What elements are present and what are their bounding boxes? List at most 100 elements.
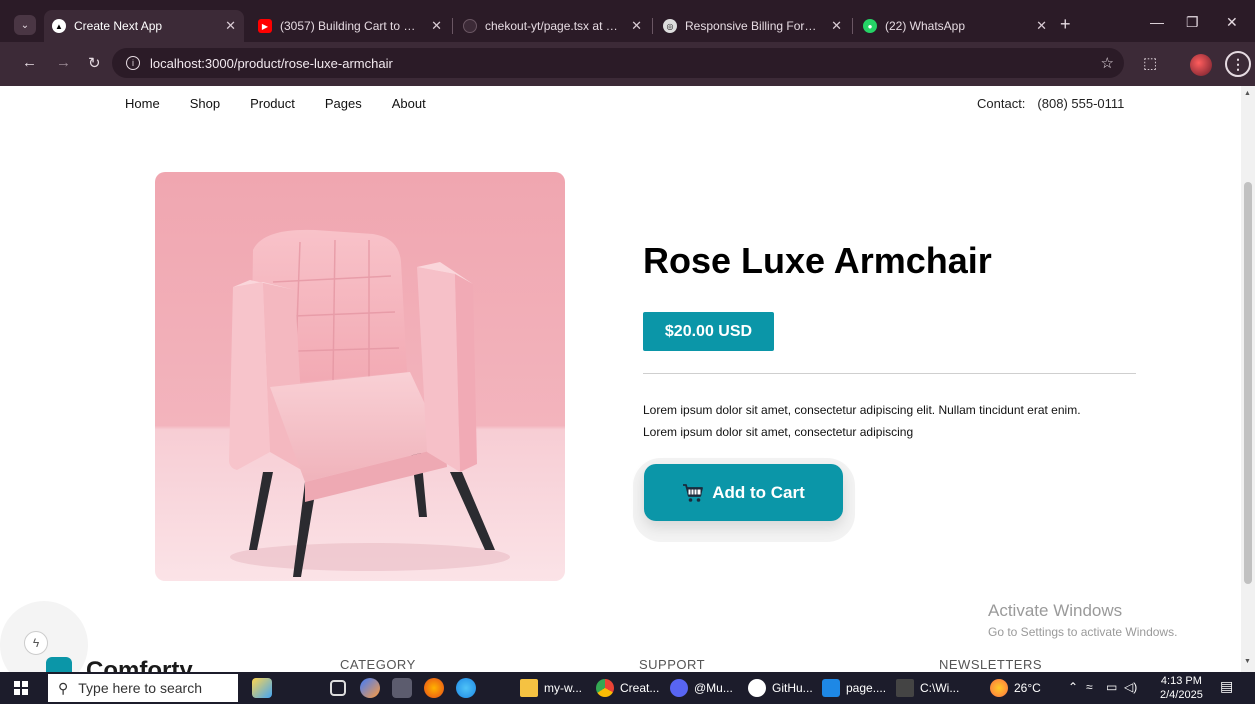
scrollbar-thumb[interactable]: [1244, 182, 1252, 584]
reload-icon[interactable]: ↻: [88, 54, 101, 72]
tab-divider: [452, 18, 453, 34]
new-tab-icon[interactable]: +: [1060, 14, 1071, 35]
search-icon: ⚲: [58, 679, 69, 696]
task-view-icon[interactable]: [330, 680, 346, 696]
discord-icon: [670, 679, 688, 697]
vscode-icon: [822, 679, 840, 697]
weather-widget[interactable]: 26°C: [990, 678, 1041, 698]
url-text: localhost:3000/product/rose-luxe-armchai…: [150, 55, 393, 71]
tab-youtube[interactable]: ▶ (3057) Building Cart to Check ✕: [250, 10, 450, 42]
browser-menu-icon[interactable]: ⋮: [1225, 51, 1251, 77]
taskbar-app-terminal[interactable]: C:\Wi...: [896, 678, 959, 698]
taskbar-app-github[interactable]: GitHu...: [748, 678, 813, 698]
github-desktop-icon: [748, 679, 766, 697]
add-to-cart-label: Add to Cart: [712, 482, 805, 502]
taskbar-app-vscode[interactable]: page....: [822, 678, 886, 698]
tab-title: chekout-yt/page.tsx at main: [485, 19, 624, 33]
taskbar-app-explorer[interactable]: my-w...: [520, 678, 582, 698]
tab-billing-form[interactable]: ◎ Responsive Billing Form UI ✕: [655, 10, 850, 42]
watermark-subtitle: Go to Settings to activate Windows.: [988, 625, 1178, 639]
close-icon[interactable]: ✕: [431, 18, 442, 34]
nav-link-shop[interactable]: Shop: [190, 96, 220, 111]
forward-arrow-icon[interactable]: →: [56, 54, 71, 71]
product-description: Lorem ipsum dolor sit amet, consectetur …: [643, 399, 1143, 443]
edge-icon[interactable]: [456, 678, 476, 698]
close-icon[interactable]: ✕: [631, 18, 642, 34]
tab-title: Create Next App: [74, 19, 163, 33]
restore-icon[interactable]: ❐: [1186, 14, 1199, 31]
address-bar[interactable]: i localhost:3000/product/rose-luxe-armch…: [112, 48, 1124, 78]
footer-heading-support: SUPPORT: [639, 657, 706, 672]
tab-create-next-app[interactable]: ▲ Create Next App ✕: [44, 10, 244, 42]
terminal-icon: [896, 679, 914, 697]
windows-start-icon[interactable]: [14, 681, 28, 695]
taskbar-app-chrome[interactable]: Creat...: [596, 678, 659, 698]
description-line: Lorem ipsum dolor sit amet, consectetur …: [643, 403, 1081, 417]
github-icon: [463, 19, 477, 33]
clock-date: 2/4/2025: [1160, 689, 1203, 701]
activate-windows-watermark: Activate Windows Go to Settings to activ…: [988, 601, 1177, 639]
back-arrow-icon[interactable]: ←: [22, 54, 37, 71]
tab-github[interactable]: chekout-yt/page.tsx at main ✕: [455, 10, 650, 42]
bookmark-star-icon[interactable]: ☆: [1101, 54, 1114, 72]
contact-info: Contact: (808) 555-0111: [977, 96, 1124, 111]
taskbar-app-label: C:\Wi...: [920, 681, 960, 695]
close-icon[interactable]: ✕: [1036, 18, 1047, 34]
watermark-title: Activate Windows: [988, 601, 1123, 620]
tab-search-button[interactable]: ⌄: [14, 15, 36, 35]
youtube-icon: ▶: [258, 19, 272, 33]
system-clock[interactable]: 4:13 PM 2/4/2025: [1160, 674, 1203, 702]
footer-heading-newsletters: NEWSLETTERS: [939, 657, 1043, 672]
firefox-icon[interactable]: [424, 678, 444, 698]
taskbar-search-input[interactable]: ⚲ Type here to search: [48, 674, 238, 702]
clock-time: 4:13 PM: [1160, 675, 1202, 687]
tab-title: (3057) Building Cart to Check: [280, 19, 424, 33]
armchair-illustration: [155, 172, 565, 581]
profile-avatar[interactable]: [1190, 54, 1212, 76]
extensions-icon[interactable]: ⬚: [1143, 54, 1157, 72]
add-to-cart-button[interactable]: Add to Cart: [644, 464, 843, 521]
product-title: Rose Luxe Armchair: [643, 240, 992, 281]
weather-temp: 26°C: [1014, 681, 1041, 695]
nav-link-about[interactable]: About: [392, 96, 426, 111]
taskbar-app-label: page....: [846, 681, 887, 695]
description-line: Lorem ipsum dolor sit amet, consectetur …: [643, 425, 914, 439]
footer-heading-category: CATEGORY: [340, 657, 416, 672]
scroll-up-icon[interactable]: ▲: [1244, 90, 1251, 97]
network-icon[interactable]: ≈: [1086, 680, 1093, 694]
tab-whatsapp[interactable]: ● (22) WhatsApp ✕: [855, 10, 1055, 42]
taskbar-app-label: @Mu...: [694, 681, 733, 695]
nav-link-pages[interactable]: Pages: [325, 96, 362, 111]
folder-icon: [520, 679, 538, 697]
calendar-icon[interactable]: [392, 678, 412, 698]
minimize-icon[interactable]: —: [1150, 14, 1164, 30]
taskbar-app-discord[interactable]: @Mu...: [670, 678, 733, 698]
page-scrollbar[interactable]: ▲ ▼: [1241, 86, 1255, 672]
contact-phone[interactable]: (808) 555-0111: [1037, 96, 1124, 111]
battery-icon[interactable]: ▭: [1106, 680, 1117, 694]
search-placeholder: Type here to search: [78, 680, 203, 696]
tray-chevron-up-icon[interactable]: ⌃: [1068, 680, 1078, 694]
copilot-sparkle-icon[interactable]: [252, 678, 272, 698]
copilot-icon[interactable]: [360, 678, 380, 698]
windows-taskbar: ⚲ Type here to search my-w... Creat... @…: [0, 672, 1255, 704]
close-icon[interactable]: ✕: [831, 18, 842, 34]
codepen-icon: ◎: [663, 19, 677, 33]
nav-link-home[interactable]: Home: [125, 96, 160, 111]
taskbar-app-label: Creat...: [620, 681, 660, 695]
nextjs-icon: ▲: [52, 19, 66, 33]
taskbar-app-label: GitHu...: [772, 681, 813, 695]
browser-toolbar: ← → ↻ i localhost:3000/product/rose-luxe…: [0, 42, 1255, 86]
window-close-icon[interactable]: ✕: [1226, 14, 1238, 31]
volume-icon[interactable]: ◁): [1124, 680, 1137, 694]
notifications-icon[interactable]: ▤: [1220, 678, 1233, 695]
tab-divider: [652, 18, 653, 34]
close-icon[interactable]: ✕: [225, 18, 236, 34]
product-image: [155, 172, 565, 581]
comforty-logo-icon: [46, 657, 72, 672]
scroll-down-icon[interactable]: ▼: [1244, 658, 1251, 665]
lightning-icon[interactable]: ϟ: [24, 631, 48, 655]
tab-divider: [852, 18, 853, 34]
nav-link-product[interactable]: Product: [250, 96, 295, 111]
site-info-icon[interactable]: i: [126, 56, 140, 70]
